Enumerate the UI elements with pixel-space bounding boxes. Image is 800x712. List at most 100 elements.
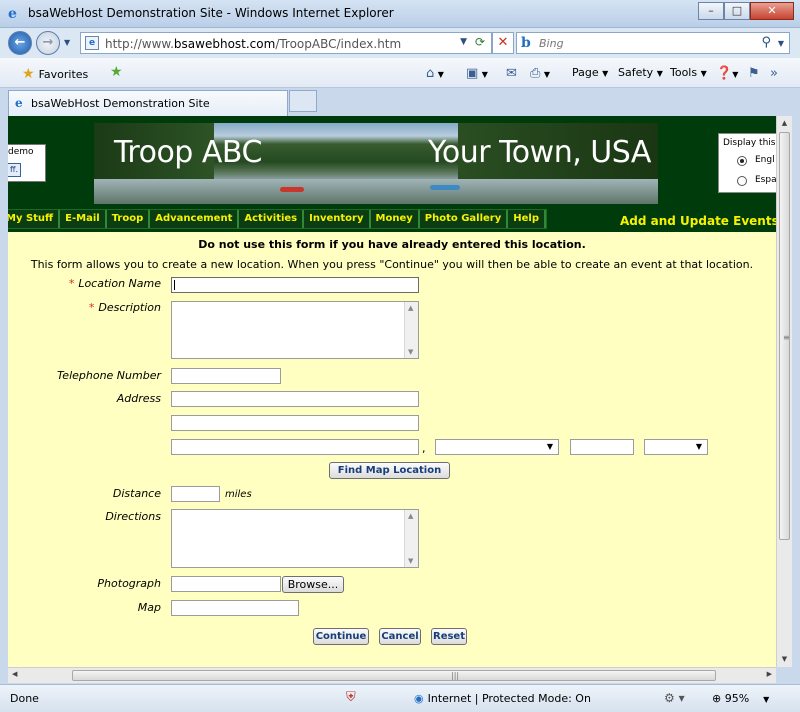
popup-blocker-icon[interactable]: ⛨ [346, 690, 356, 705]
add-favorite-icon[interactable]: ★ [110, 64, 123, 80]
nav-inventory[interactable]: Inventory [304, 210, 371, 228]
form-intro: This form allows you to create a new loc… [30, 258, 754, 271]
address-toolbar: ← → ▼ e http://www.bsawebhost.com/TroopA… [0, 28, 800, 58]
description-label: * Description [88, 301, 161, 314]
zip-input[interactable] [570, 439, 634, 455]
maximize-button[interactable]: □ [724, 2, 750, 20]
cancel-button[interactable]: Cancel [379, 628, 421, 645]
star-icon: ★ [22, 66, 35, 82]
language-selector-title: Display this [723, 138, 776, 148]
nav-activities[interactable]: Activities [239, 210, 305, 228]
browse-button[interactable]: Browse... [282, 576, 344, 593]
description-scrollbar[interactable]: ▲ ▼ [404, 302, 418, 358]
language-label-english[interactable]: Engl [755, 155, 775, 165]
tab-bsawebhost[interactable]: e bsaWebHost Demonstration Site [8, 90, 288, 116]
safety-menu[interactable]: Safety ▼ [618, 66, 663, 79]
address-dropdown-icon[interactable]: ▼ [460, 37, 467, 47]
new-tab-button[interactable] [289, 90, 317, 112]
demo-label: demo [8, 147, 34, 157]
site-nav-menu: My Stuff E-Mail Troop Advancement Activi… [8, 209, 548, 229]
grip-icon: ||| [451, 671, 460, 680]
zoom-dropdown-icon: ▼ [763, 695, 770, 704]
directions-textarea[interactable]: ▲ ▼ [171, 509, 419, 568]
help-button[interactable]: ❓▼ [716, 66, 738, 81]
recent-pages-dropdown-icon[interactable]: ▼ [64, 38, 70, 47]
page-icon: e [85, 36, 99, 50]
window-titlebar: e bsaWebHost Demonstration Site - Window… [0, 0, 800, 28]
scroll-up-icon[interactable]: ▲ [777, 116, 792, 131]
nav-email[interactable]: E-Mail [60, 210, 107, 228]
print-button[interactable]: ⎙ ▼ [530, 66, 550, 81]
state-select[interactable]: ▼ [435, 439, 559, 455]
address-bar[interactable]: e http://www.bsawebhost.com/TroopABC/ind… [80, 32, 492, 54]
feeds-button[interactable]: ▣ ▼ [466, 66, 488, 81]
description-textarea[interactable]: ▲ ▼ [171, 301, 419, 359]
research-icon: ⚑ [748, 66, 760, 81]
nav-advancement[interactable]: Advancement [150, 210, 240, 228]
search-box[interactable]: b Bing ⚲ ▼ [516, 32, 790, 54]
required-marker: * [88, 301, 95, 314]
demo-button[interactable]: ff. [8, 163, 21, 177]
url-text[interactable]: http://www.bsawebhost.com/TroopABC/index… [105, 37, 401, 51]
toolbar-extend-button[interactable]: » [770, 66, 778, 81]
horizontal-scroll-thumb[interactable]: ||| [72, 670, 716, 681]
chevron-down-icon: ▼ [546, 442, 554, 451]
vertical-scroll-thumb[interactable]: ≡ [779, 132, 790, 540]
find-map-location-button[interactable]: Find Map Location [329, 462, 450, 479]
banner-town-title: Your Town, USA [428, 135, 651, 170]
telephone-label: Telephone Number [56, 369, 161, 382]
favorites-button[interactable]: ★ Favorites [22, 66, 88, 82]
address-line1-input[interactable] [171, 391, 419, 407]
page-viewport: demo ff. Troop ABC Your Town, USA Displa… [8, 116, 776, 667]
nav-troop[interactable]: Troop [107, 210, 151, 228]
directions-scrollbar[interactable]: ▲ ▼ [404, 510, 418, 567]
page-horizontal-scrollbar[interactable]: ◀ ||| ▶ [8, 667, 776, 683]
scroll-down-icon[interactable]: ▼ [777, 652, 792, 667]
country-select[interactable]: ▼ [644, 439, 708, 455]
scroll-left-icon[interactable]: ◀ [12, 670, 17, 678]
map-input[interactable] [171, 600, 299, 616]
language-label-spanish[interactable]: Espa [755, 175, 776, 185]
nav-money[interactable]: Money [371, 210, 420, 228]
search-icon[interactable]: ⚲ [761, 35, 771, 50]
bing-logo-icon: b [521, 35, 531, 51]
city-input[interactable] [171, 439, 419, 455]
zoom-icon: ⊕ [712, 692, 722, 705]
back-button[interactable]: ← [8, 31, 32, 55]
address-line2-input[interactable] [171, 415, 419, 431]
home-button[interactable]: ⌂ ▼ [426, 66, 444, 81]
minimize-button[interactable]: – [698, 2, 724, 20]
close-window-button[interactable]: ✕ [750, 2, 794, 20]
demo-widget: demo ff. [8, 144, 46, 182]
form-warning: Do not use this form if you have already… [198, 238, 586, 251]
search-options-dropdown-icon[interactable]: ▼ [778, 39, 784, 48]
scroll-right-icon[interactable]: ▶ [767, 670, 772, 678]
refresh-icon[interactable]: ⟳ [475, 35, 485, 49]
zoom-level[interactable]: ⊕ 95% ▼ [712, 692, 769, 705]
search-placeholder[interactable]: Bing [539, 37, 564, 50]
continue-button[interactable]: Continue [313, 628, 369, 645]
page-menu[interactable]: Page ▼ [572, 66, 608, 79]
reset-button[interactable]: Reset [431, 628, 467, 645]
nav-help[interactable]: Help [508, 210, 547, 228]
nav-photo-gallery[interactable]: Photo Gallery [420, 210, 509, 228]
language-radio-english[interactable] [737, 156, 747, 166]
nav-my-stuff[interactable]: My Stuff [8, 210, 61, 228]
location-name-input[interactable] [171, 277, 419, 293]
globe-icon: ◉ [414, 692, 424, 705]
research-button[interactable]: ⚑ [748, 66, 760, 81]
page-vertical-scrollbar[interactable]: ▲ ≡ ▼ [776, 116, 792, 667]
stop-button[interactable]: ✕ [492, 32, 514, 54]
required-marker: * [68, 277, 75, 290]
protected-mode-icon[interactable]: ⚙ ▾ [664, 691, 685, 705]
language-radio-spanish[interactable] [737, 176, 747, 186]
forward-button[interactable]: → [36, 31, 60, 55]
tools-menu[interactable]: Tools ▼ [670, 66, 707, 79]
canoe-left [280, 187, 304, 192]
security-zone[interactable]: ◉ Internet | Protected Mode: On [414, 692, 591, 705]
photograph-file-input[interactable] [171, 576, 281, 592]
print-icon: ⎙ [530, 66, 541, 81]
distance-input[interactable] [171, 486, 220, 502]
telephone-input[interactable] [171, 368, 281, 384]
read-mail-button[interactable]: ✉ [506, 66, 517, 81]
